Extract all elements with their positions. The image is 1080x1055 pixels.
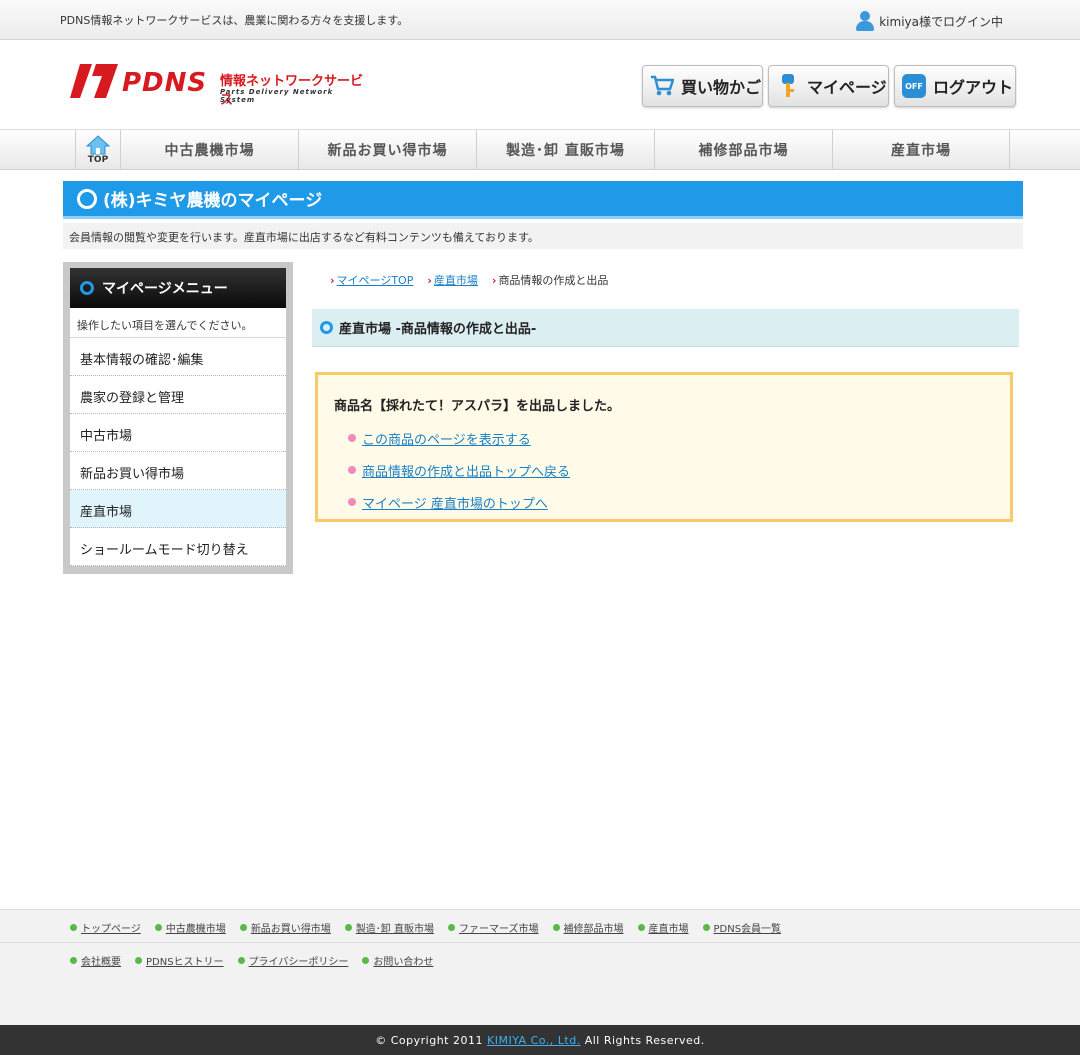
logo-brand-text: PDNS <box>122 68 208 98</box>
side-item-used-market[interactable]: 中古市場 <box>70 414 286 452</box>
login-status-text: kimiya様でログイン中 <box>879 14 1003 29</box>
chevron-right-icon: › <box>427 274 432 287</box>
side-menu-title: マイページメニュー <box>102 281 228 297</box>
bullet-icon <box>362 957 370 964</box>
copyright-prefix: © Copyright 2011 <box>375 1034 483 1047</box>
bullet-icon <box>237 957 245 964</box>
footer-link[interactable]: プライバシーポリシー <box>237 953 348 968</box>
bullet-icon <box>70 924 77 931</box>
mypage-farm-direct-top-link[interactable]: マイページ 産直市場のトップへ <box>362 493 548 512</box>
logo-mark-icon <box>70 64 118 98</box>
back-to-listing-top-link[interactable]: 商品情報の作成と出品トップへ戻る <box>362 461 570 480</box>
bullet-icon <box>448 924 455 931</box>
footer-divider <box>0 942 1080 943</box>
chevron-right-icon: › <box>330 274 335 287</box>
footer-link[interactable]: 製造･卸 直販市場 <box>344 920 434 935</box>
nav-farm-direct[interactable]: 産直市場 <box>832 130 1010 169</box>
bullet-icon <box>702 924 710 931</box>
nav-top-label: TOP <box>87 154 109 165</box>
notice-message: 商品名【採れたて！アスパラ】を出品しました。 <box>334 399 621 414</box>
site-tagline: PDNS情報ネットワークサービスは、農業に関わる方々を支援します。 <box>60 14 409 27</box>
bullet-icon <box>637 924 645 931</box>
copyright-suffix: All Rights Reserved. <box>584 1034 705 1047</box>
bullet-icon <box>552 924 560 931</box>
view-product-link[interactable]: この商品のページを表示する <box>362 429 531 448</box>
bullet-icon <box>348 498 356 506</box>
footer-link[interactable]: 産直市場 <box>637 920 689 935</box>
breadcrumb-farm-direct[interactable]: 産直市場 <box>434 274 478 287</box>
logout-badge-text: OFF <box>905 82 923 91</box>
section-header: 産直市場 -商品情報の作成と出品- <box>312 309 1019 347</box>
power-off-icon: OFF <box>901 73 927 99</box>
side-menu: マイページメニュー 操作したい項目を選んでください。 基本情報の確認･編集 農家… <box>63 262 293 574</box>
bullet-icon <box>348 434 356 442</box>
logout-button[interactable]: OFF ログアウト <box>894 65 1016 107</box>
global-nav: TOP 中古農機市場 新品お買い得市場 製造･卸 直販市場 補修部品市場 産直市… <box>0 130 1080 170</box>
cart-button-label: 買い物かご <box>681 78 762 97</box>
footer-link[interactable]: お問い合わせ <box>362 953 433 968</box>
cart-button[interactable]: 買い物かご <box>642 65 763 107</box>
nav-new-bargain[interactable]: 新品お買い得市場 <box>298 130 476 169</box>
footer-links-row-1: トップページ 中古農機市場 新品お買い得市場 製造･卸 直販市場 ファーマーズ市… <box>70 920 781 935</box>
side-item-showroom-mode[interactable]: ショールームモード切り替え <box>70 528 286 566</box>
side-item-new-bargain[interactable]: 新品お買い得市場 <box>70 452 286 490</box>
footer-link[interactable]: 補修部品市場 <box>552 920 624 935</box>
mypage-button[interactable]: マイページ <box>768 65 889 107</box>
side-item-farm-direct[interactable]: 産直市場 <box>70 490 286 528</box>
side-item-farmer-management[interactable]: 農家の登録と管理 <box>70 376 286 414</box>
copyright-company-link[interactable]: KIMIYA Co., Ltd. <box>487 1034 581 1047</box>
top-bar: PDNS情報ネットワークサービスは、農業に関わる方々を支援します。 kimiya… <box>0 0 1080 40</box>
bullet-icon <box>135 957 142 964</box>
circle-icon <box>77 188 97 209</box>
user-icon <box>854 11 876 31</box>
cart-icon <box>649 73 675 99</box>
side-menu-header: マイページメニュー <box>70 268 286 308</box>
key-icon <box>775 73 801 99</box>
home-icon <box>86 134 110 154</box>
footer-link[interactable]: PDNSヒストリー <box>135 953 224 968</box>
footer-links-row-2: 会社概要 PDNSヒストリー プライバシーポリシー お問い合わせ <box>70 953 433 968</box>
footer-link[interactable]: PDNS会員一覧 <box>702 920 781 935</box>
bullet-icon <box>344 924 352 931</box>
page-title-bar: (株)キミヤ農機のマイページ <box>63 181 1023 219</box>
nav-top[interactable]: TOP <box>75 130 120 169</box>
footer-link[interactable]: ファーマーズ市場 <box>448 920 539 935</box>
page-title: (株)キミヤ農機のマイページ <box>103 191 323 211</box>
bullet-icon <box>70 957 77 964</box>
footer-link[interactable]: 中古農機市場 <box>154 920 226 935</box>
section-title: 産直市場 -商品情報の作成と出品- <box>339 322 537 337</box>
site-logo[interactable]: PDNS 情報ネットワークサービス Parts Delivery Network… <box>70 62 370 108</box>
breadcrumb: › マイページTOP › 産直市場 › 商品情報の作成と出品 <box>330 272 608 288</box>
nav-direct-sales[interactable]: 製造･卸 直販市場 <box>476 130 654 169</box>
chevron-right-icon: › <box>491 274 497 287</box>
copyright-bar: © Copyright 2011 KIMIYA Co., Ltd. All Ri… <box>0 1025 1080 1055</box>
footer-nav: トップページ 中古農機市場 新品お買い得市場 製造･卸 直販市場 ファーマーズ市… <box>0 909 1080 1025</box>
logo-sub2-text: Parts Delivery Network System <box>220 88 334 104</box>
bullet-icon <box>154 924 162 931</box>
footer-link[interactable]: 会社概要 <box>70 953 121 968</box>
breadcrumb-mypage-top[interactable]: マイページTOP <box>337 274 414 287</box>
result-notice: 商品名【採れたて！アスパラ】を出品しました。 この商品のページを表示する 商品情… <box>315 372 1013 522</box>
footer-link[interactable]: トップページ <box>70 920 141 935</box>
page-description: 会員情報の閲覧や変更を行います。産直市場に出店するなど有料コンテンツも備えており… <box>63 223 1023 249</box>
nav-repair-parts[interactable]: 補修部品市場 <box>654 130 832 169</box>
bullet-icon <box>239 924 247 931</box>
mypage-button-label: マイページ <box>807 78 887 97</box>
footer-link[interactable]: 新品お買い得市場 <box>239 920 331 935</box>
circle-icon <box>80 281 94 295</box>
side-menu-note: 操作したい項目を選んでください。 <box>70 308 286 338</box>
breadcrumb-current: 商品情報の作成と出品 <box>498 274 609 287</box>
bullet-icon <box>348 466 356 474</box>
logout-button-label: ログアウト <box>933 78 1014 97</box>
side-item-basic-info[interactable]: 基本情報の確認･編集 <box>70 338 286 376</box>
nav-used-machinery[interactable]: 中古農機市場 <box>120 130 298 169</box>
site-header: PDNS 情報ネットワークサービス Parts Delivery Network… <box>0 40 1080 130</box>
login-status: kimiya様でログイン中 <box>854 11 1003 31</box>
circle-icon <box>320 321 333 334</box>
